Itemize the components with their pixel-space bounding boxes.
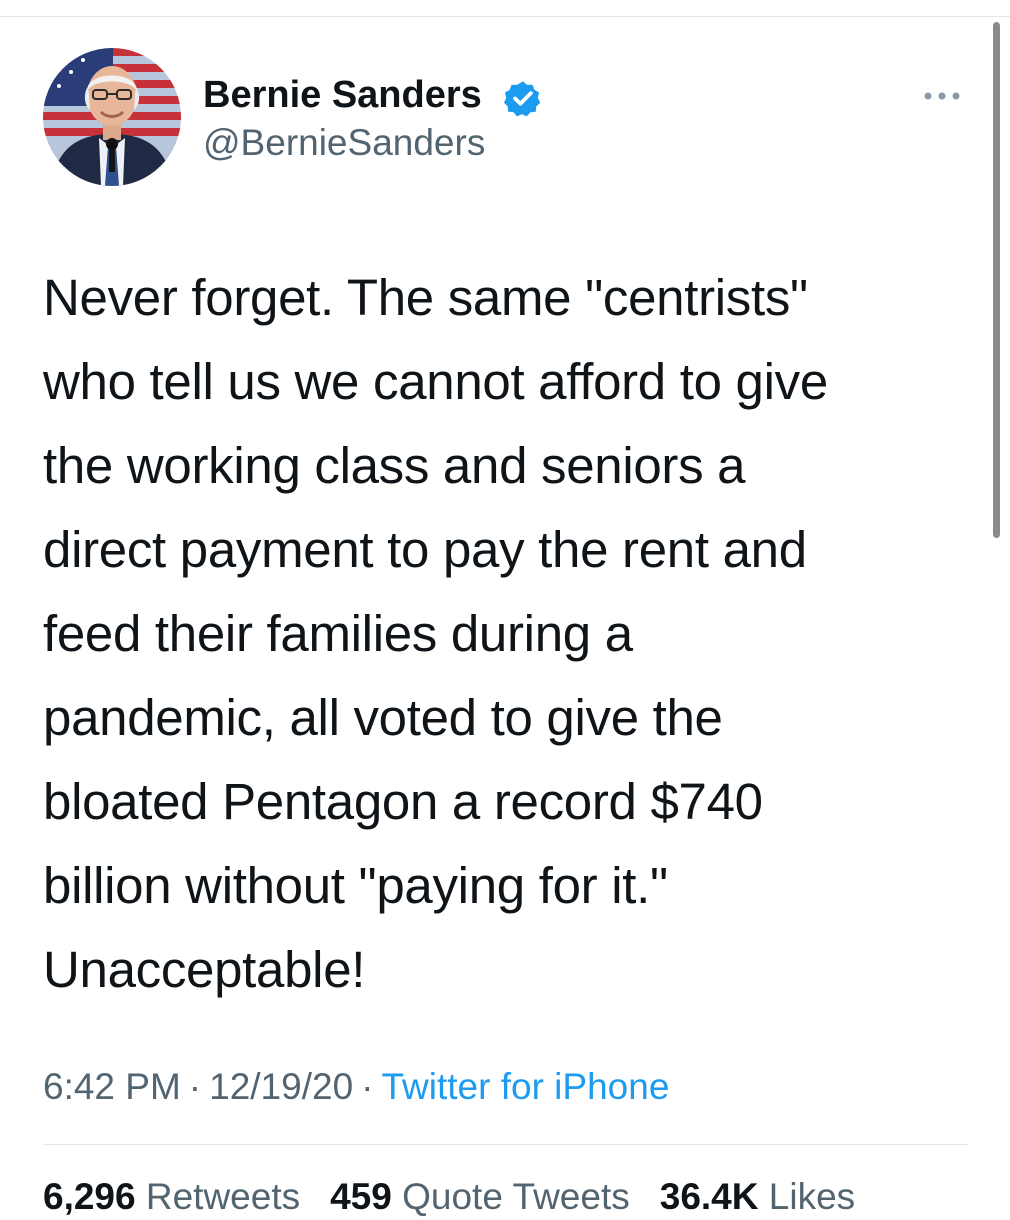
retweets-label: Retweets xyxy=(145,1176,301,1217)
avatar-photo xyxy=(43,48,181,186)
quote-tweets-stat[interactable]: 459 Quote Tweets xyxy=(330,1176,630,1217)
retweets-count: 6,296 xyxy=(43,1176,136,1217)
tweet-date[interactable]: 12/19/20 xyxy=(209,1066,353,1107)
tweet-stats: 6,296 Retweets 459 Quote Tweets 36.4K Like… xyxy=(43,1174,855,1220)
quote-tweets-count: 459 xyxy=(330,1176,392,1217)
retweets-stat[interactable]: 6,296 Retweets xyxy=(43,1176,300,1217)
quote-tweets-label: Quote Tweets xyxy=(402,1176,630,1217)
likes-count: 36.4K xyxy=(659,1176,759,1217)
tweet-metadata: 6:42 PM · 12/19/20 · Twitter for iPhone xyxy=(43,1064,669,1110)
display-name[interactable]: Bernie Sanders xyxy=(203,72,482,118)
avatar[interactable] xyxy=(43,48,181,186)
verified-badge-icon xyxy=(504,81,541,117)
scrollbar[interactable] xyxy=(993,22,1000,538)
meta-separator: · xyxy=(361,1066,374,1107)
likes-label: Likes xyxy=(768,1176,856,1217)
tweet-source-link[interactable]: Twitter for iPhone xyxy=(381,1066,669,1107)
top-divider xyxy=(0,16,1010,17)
tweet-text: Never forget. The same "centrists" who t… xyxy=(43,269,828,998)
more-options-icon[interactable] xyxy=(918,82,966,110)
handle[interactable]: @BernieSanders xyxy=(203,121,485,165)
tweet-time[interactable]: 6:42 PM xyxy=(43,1066,181,1107)
stats-divider xyxy=(43,1144,968,1145)
meta-separator: · xyxy=(188,1066,202,1107)
likes-stat[interactable]: 36.4K Likes xyxy=(660,1176,855,1217)
